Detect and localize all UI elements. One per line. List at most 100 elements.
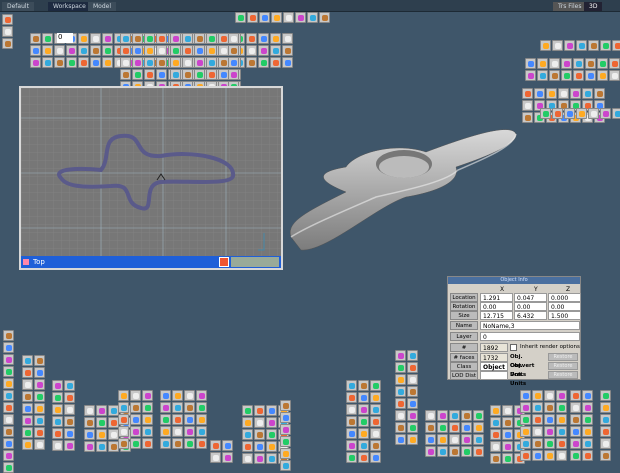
tool-icon[interactable]	[582, 450, 593, 461]
tool-icon[interactable]	[549, 58, 560, 69]
tool-icon[interactable]	[258, 45, 269, 56]
tool-icon[interactable]	[395, 350, 406, 361]
panel-title[interactable]: Object Info	[448, 277, 580, 284]
tool-icon[interactable]	[90, 57, 101, 68]
tool-icon[interactable]	[210, 452, 221, 463]
tool-icon[interactable]	[90, 45, 101, 56]
tool-icon[interactable]	[461, 434, 472, 445]
tab-default[interactable]: Default	[2, 2, 34, 11]
tool-icon[interactable]	[130, 426, 141, 437]
tool-icon[interactable]	[170, 69, 181, 80]
tool-icon[interactable]	[34, 391, 45, 402]
tool-icon[interactable]	[266, 417, 277, 428]
tool-icon[interactable]	[537, 58, 548, 69]
tool-icon[interactable]	[520, 438, 531, 449]
tool-icon[interactable]	[130, 414, 141, 425]
tool-icon[interactable]	[490, 429, 501, 440]
tool-icon[interactable]	[544, 450, 555, 461]
tool-icon[interactable]	[570, 88, 581, 99]
tool-icon[interactable]	[358, 416, 369, 427]
tool-icon[interactable]	[96, 441, 107, 452]
tool-icon[interactable]	[280, 436, 291, 447]
tool-icon[interactable]	[184, 402, 195, 413]
tool-icon[interactable]	[358, 440, 369, 451]
tool-icon[interactable]	[254, 441, 265, 452]
tool-icon[interactable]	[346, 440, 357, 451]
tool-icon[interactable]	[556, 390, 567, 401]
tool-icon[interactable]	[522, 112, 533, 123]
tool-icon[interactable]	[358, 404, 369, 415]
tool-icon[interactable]	[282, 45, 293, 56]
xyz-field[interactable]: 0.047	[514, 293, 547, 302]
tool-icon[interactable]	[532, 426, 543, 437]
tool-icon[interactable]	[156, 57, 167, 68]
tool-icon[interactable]	[449, 446, 460, 457]
tool-icon[interactable]	[270, 33, 281, 44]
viewport-nav-icons[interactable]	[231, 257, 279, 267]
tool-icon[interactable]	[600, 438, 611, 449]
tool-icon[interactable]	[395, 386, 406, 397]
tool-icon[interactable]	[22, 403, 33, 414]
tool-icon[interactable]	[532, 438, 543, 449]
tool-icon[interactable]	[206, 69, 217, 80]
tool-icon[interactable]	[96, 405, 107, 416]
tool-icon[interactable]	[395, 434, 406, 445]
tool-icon[interactable]	[561, 70, 572, 81]
tool-icon[interactable]	[370, 380, 381, 391]
tool-icon[interactable]	[582, 426, 593, 437]
tool-icon[interactable]	[182, 45, 193, 56]
tool-icon[interactable]	[130, 402, 141, 413]
tool-icon[interactable]	[118, 438, 129, 449]
tool-icon[interactable]	[570, 426, 581, 437]
tool-icon[interactable]	[254, 417, 265, 428]
tool-icon[interactable]	[3, 354, 14, 365]
tool-icon[interactable]	[196, 426, 207, 437]
tool-icon[interactable]	[144, 33, 155, 44]
tool-icon[interactable]	[22, 355, 33, 366]
tool-icon[interactable]	[585, 70, 596, 81]
tool-icon[interactable]	[609, 70, 620, 81]
tool-icon[interactable]	[537, 70, 548, 81]
tool-icon[interactable]	[52, 392, 63, 403]
tool-icon[interactable]	[407, 374, 418, 385]
inherit-checkbox[interactable]	[510, 344, 517, 351]
tool-icon[interactable]	[22, 379, 33, 390]
tool-icon[interactable]	[594, 88, 605, 99]
tool-icon[interactable]	[182, 33, 193, 44]
tool-icon[interactable]	[520, 390, 531, 401]
tool-icon[interactable]	[120, 33, 131, 44]
tool-icon[interactable]	[346, 452, 357, 463]
tool-icon[interactable]	[156, 45, 167, 56]
tool-icon[interactable]	[34, 403, 45, 414]
tool-icon[interactable]	[588, 108, 599, 119]
tool-icon[interactable]	[437, 422, 448, 433]
tool-icon[interactable]	[570, 414, 581, 425]
tool-icon[interactable]	[3, 438, 14, 449]
tool-icon[interactable]	[270, 57, 281, 68]
tool-icon[interactable]	[346, 392, 357, 403]
tool-icon[interactable]	[206, 57, 217, 68]
tool-icon[interactable]	[246, 33, 257, 44]
tool-icon[interactable]	[576, 40, 587, 51]
tool-icon[interactable]	[600, 426, 611, 437]
tool-icon[interactable]	[266, 453, 277, 464]
tool-icon[interactable]	[540, 108, 551, 119]
files-button[interactable]: Trs Files	[553, 2, 587, 11]
tool-icon[interactable]	[34, 355, 45, 366]
tool-icon[interactable]	[184, 414, 195, 425]
tool-icon[interactable]	[52, 440, 63, 451]
tool-icon[interactable]	[246, 57, 257, 68]
viewport-titlebar[interactable]: Top	[21, 256, 281, 268]
tool-icon[interactable]	[358, 428, 369, 439]
tool-icon[interactable]	[370, 428, 381, 439]
tool-icon[interactable]	[600, 450, 611, 461]
tool-icon[interactable]	[228, 57, 239, 68]
tool-icon[interactable]	[570, 390, 581, 401]
tool-icon[interactable]	[425, 434, 436, 445]
tool-icon[interactable]	[525, 58, 536, 69]
tool-icon[interactable]	[120, 69, 131, 80]
tool-icon[interactable]	[502, 429, 513, 440]
tool-icon[interactable]	[612, 108, 620, 119]
tool-icon[interactable]	[160, 402, 171, 413]
tool-icon[interactable]	[258, 57, 269, 68]
